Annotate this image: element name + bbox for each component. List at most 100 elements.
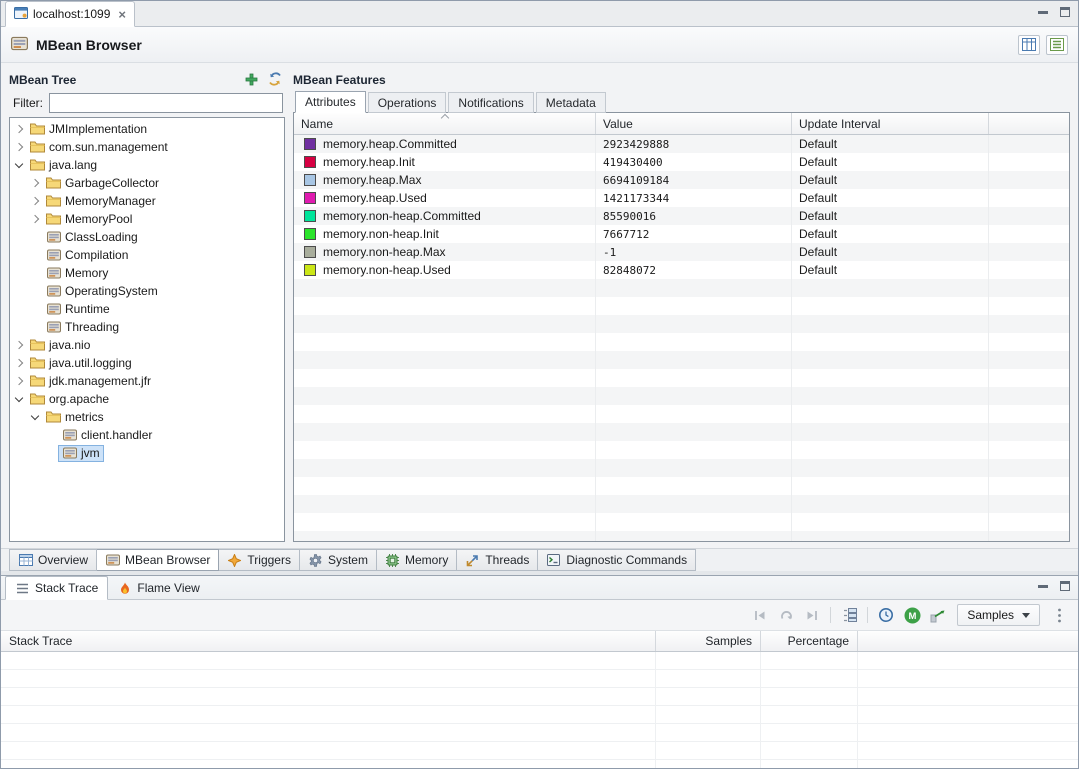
method-profiling-icon[interactable]: M [901,604,923,626]
attribute-row[interactable]: memory.non-heap.Init7667712Default [294,225,1069,243]
attribute-value: 6694109184 [596,171,792,189]
tab-metadata[interactable]: Metadata [536,92,606,113]
tree-item-memorypool[interactable]: MemoryPool [10,210,284,228]
column-header-name[interactable]: Name [294,113,596,134]
tab-notifications[interactable]: Notifications [448,92,533,113]
maximize-icon[interactable] [1060,581,1070,591]
minimize-icon[interactable] [1038,581,1048,591]
tree-item-operatingsystem[interactable]: OperatingSystem [10,282,284,300]
attributes-table-body[interactable]: memory.heap.Committed2923429888Defaultme… [294,135,1069,541]
attribute-row[interactable]: memory.non-heap.Used82848072Default [294,261,1069,279]
view-tab-system[interactable]: System [300,549,377,571]
stack-trace-table-body[interactable] [1,652,1078,768]
mbean-icon [46,231,61,243]
clock-icon[interactable] [875,604,897,626]
view-tab-overview[interactable]: Overview [9,549,97,571]
collapse-icon[interactable] [28,416,42,419]
attribute-row[interactable]: memory.non-heap.Committed85590016Default [294,207,1069,225]
attribute-row[interactable]: memory.heap.Used1421173344Default [294,189,1069,207]
filter-input[interactable] [49,93,283,113]
jump-previous-icon[interactable] [749,604,771,626]
expand-icon[interactable] [12,144,26,150]
empty-row [294,387,1069,405]
close-icon[interactable]: × [118,8,126,21]
mbean-tree-title: MBean Tree [9,73,76,87]
minimize-icon[interactable] [1038,7,1048,17]
empty-row [294,441,1069,459]
refresh-icon[interactable] [267,71,283,87]
tree-item-java-lang[interactable]: java.lang [10,156,284,174]
tree-item-garbagecollector[interactable]: GarbageCollector [10,174,284,192]
collapse-icon[interactable] [12,164,26,167]
tree-item-label: java.nio [49,338,90,352]
expand-icon[interactable] [12,126,26,132]
tree-item-label: jdk.management.jfr [49,374,151,388]
attribute-row[interactable]: memory.heap.Init419430400Default [294,153,1069,171]
expand-icon[interactable] [28,180,42,186]
tree-item-compilation[interactable]: Compilation [10,246,284,264]
expand-icon[interactable] [28,216,42,222]
add-icon[interactable] [243,71,259,87]
view-tab-mbean-browser[interactable]: MBean Browser [97,549,219,571]
grid-view-icon[interactable] [1018,35,1040,55]
tree-item-jvm[interactable]: jvm [10,444,284,462]
tree-item-label: MemoryPool [65,212,132,226]
tree-item-org-apache[interactable]: org.apache [10,390,284,408]
mbean-tree[interactable]: JMImplementationcom.sun.managementjava.l… [9,117,285,542]
tree-item-jmimplementation[interactable]: JMImplementation [10,120,284,138]
attribute-row[interactable]: memory.non-heap.Max-1Default [294,243,1069,261]
mbean-browser-icon [11,36,28,54]
tree-item-classloading[interactable]: ClassLoading [10,228,284,246]
tree-item-java-nio[interactable]: java.nio [10,336,284,354]
diagnostic-icon [546,554,561,566]
tree-item-jdk-management-jfr[interactable]: jdk.management.jfr [10,372,284,390]
overview-icon [18,554,33,566]
expand-icon[interactable] [12,360,26,366]
samples-dropdown[interactable]: Samples [957,604,1040,626]
expand-icon[interactable] [12,378,26,384]
rotate-icon[interactable] [775,604,797,626]
column-header-samples[interactable]: Samples [656,631,761,651]
tree-layout-icon[interactable] [838,604,860,626]
expand-icon[interactable] [28,198,42,204]
view-tab-threads[interactable]: Threads [457,549,538,571]
tab-operations[interactable]: Operations [368,92,447,113]
tree-item-metrics[interactable]: metrics [10,408,284,426]
folder-icon [30,357,45,369]
jump-next-icon[interactable] [801,604,823,626]
column-header-value[interactable]: Value [596,113,792,134]
empty-row [294,351,1069,369]
tree-item-client-handler[interactable]: client.handler [10,426,284,444]
tree-item-runtime[interactable]: Runtime [10,300,284,318]
empty-row [1,706,1078,724]
tree-item-java-util-logging[interactable]: java.util.logging [10,354,284,372]
tab-flame-view[interactable]: Flame View [108,576,208,600]
trace-navigate-icon[interactable] [927,604,949,626]
view-tab-triggers[interactable]: Triggers [219,549,300,571]
view-tab-diagnostic-commands[interactable]: Diagnostic Commands [538,549,696,571]
connection-tab[interactable]: localhost:1099 × [5,1,135,27]
empty-row [294,513,1069,531]
column-header-stack-trace[interactable]: Stack Trace [1,631,656,651]
view-tab-memory[interactable]: Memory [377,549,457,571]
list-view-icon[interactable] [1046,35,1068,55]
tree-item-memory[interactable]: Memory [10,264,284,282]
tree-item-com-sun-management[interactable]: com.sun.management [10,138,284,156]
stack-trace-toolbar: M Samples [1,600,1078,630]
mbean-features-header: MBean Features [293,69,1070,91]
attribute-row[interactable]: memory.heap.Max6694109184Default [294,171,1069,189]
tree-item-threading[interactable]: Threading [10,318,284,336]
column-header-update-interval[interactable]: Update Interval [792,113,989,134]
stack-trace-tabbar: Stack TraceFlame View [1,576,1078,600]
tab-stack-trace[interactable]: Stack Trace [5,576,108,600]
overflow-menu-icon[interactable] [1048,604,1070,626]
tab-attributes[interactable]: Attributes [295,91,366,113]
empty-row [294,279,1069,297]
attribute-row[interactable]: memory.heap.Committed2923429888Default [294,135,1069,153]
column-header-percentage[interactable]: Percentage [761,631,858,651]
mbean-icon [46,285,61,297]
collapse-icon[interactable] [12,398,26,401]
tree-item-memorymanager[interactable]: MemoryManager [10,192,284,210]
expand-icon[interactable] [12,342,26,348]
maximize-icon[interactable] [1060,7,1070,17]
